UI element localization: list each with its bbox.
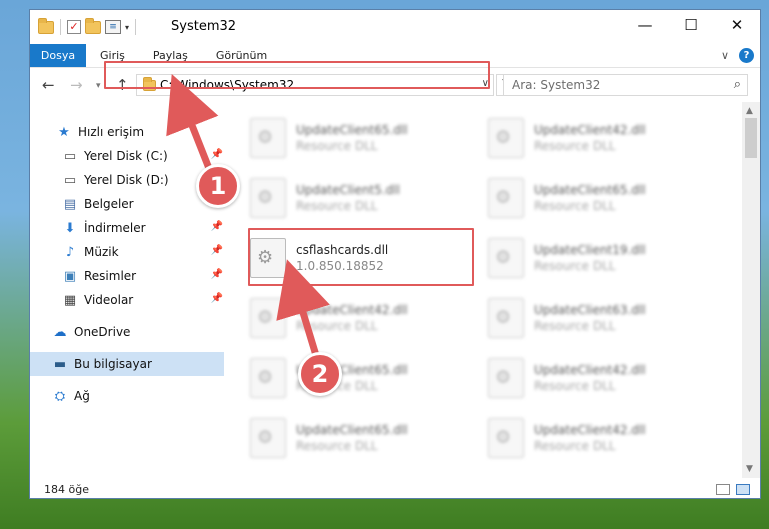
step-badge-1: 1 bbox=[196, 164, 240, 208]
arrow-2 bbox=[276, 259, 330, 364]
step-badge-2: 2 bbox=[298, 352, 342, 396]
arrow-1 bbox=[166, 73, 219, 178]
annotation-arrows bbox=[166, 73, 330, 364]
